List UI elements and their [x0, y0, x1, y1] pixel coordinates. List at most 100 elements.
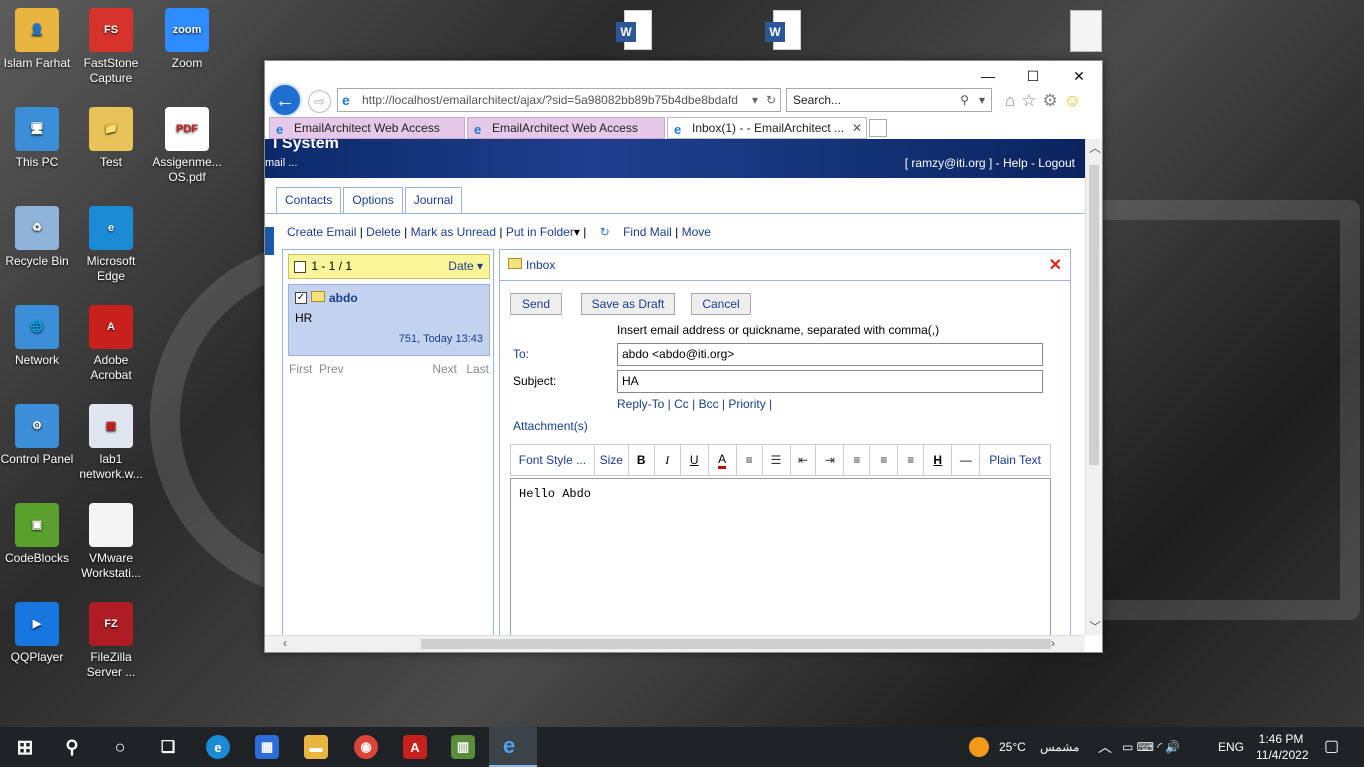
word-document-icon[interactable]: W — [765, 10, 801, 54]
text-color-icon[interactable]: A — [709, 445, 737, 475]
align-left-icon[interactable]: ≡ — [844, 445, 871, 475]
message-body-editor[interactable]: Hello Abdo — [510, 478, 1051, 635]
message-checkbox[interactable]: ✓ — [295, 292, 307, 304]
tab-journal[interactable]: Journal — [404, 187, 463, 213]
file-explorer-icon[interactable]: ▬ — [304, 735, 328, 759]
pager-prev[interactable]: Prev — [319, 362, 344, 376]
scroll-right-icon[interactable]: › — [1051, 636, 1055, 650]
task-view-icon[interactable]: ❑ — [156, 735, 180, 759]
align-right-icon[interactable]: ≡ — [898, 445, 925, 475]
desktop-icon[interactable]: PDF Assigenme... OS.pdf — [150, 107, 224, 185]
mark-unread-link[interactable]: Mark as Unread — [411, 225, 496, 239]
outdent-icon[interactable]: ⇤ — [791, 445, 817, 475]
favorites-icon[interactable]: ☆ — [1021, 91, 1042, 110]
chevron-down-icon[interactable]: ▾ — [979, 89, 985, 111]
refresh-icon[interactable]: ↻ — [600, 225, 610, 239]
desktop-icon[interactable]: A Adobe Acrobat — [74, 305, 148, 383]
desktop-icon[interactable]: ▦ lab1 network.w... — [74, 404, 148, 482]
desktop-icon[interactable]: VMware Workstati... — [74, 503, 148, 581]
font-size-button[interactable]: Size — [595, 445, 629, 475]
desktop-icon[interactable]: FS FastStone Capture — [74, 8, 148, 86]
sort-date-button[interactable]: Date ▾ — [448, 255, 483, 278]
desktop-icon[interactable]: ♻ Recycle Bin — [0, 206, 74, 269]
desktop-icon[interactable]: ▣ CodeBlocks — [0, 503, 74, 566]
clock[interactable]: 1:46 PM 11/4/2022 — [1256, 731, 1309, 763]
desktop-icon[interactable]: ⚙ Control Panel — [0, 404, 74, 467]
desktop-icon[interactable]: ▶ QQPlayer — [0, 602, 74, 665]
weather-label[interactable]: مشمس — [1040, 727, 1079, 767]
home-icon[interactable]: ⌂ — [1005, 91, 1021, 110]
back-button[interactable]: ← — [268, 83, 302, 117]
tab-inbox[interactable]: e Inbox(1) - - EmailArchitect ... ✕ — [667, 117, 867, 139]
chevron-down-icon[interactable]: ▾ — [574, 225, 580, 239]
app-icon[interactable]: ▥ — [451, 735, 475, 759]
language-indicator[interactable]: ENG — [1218, 727, 1244, 767]
new-tab-button[interactable] — [869, 119, 887, 137]
horizontal-scrollbar[interactable]: ‹ › — [265, 635, 1085, 652]
windows-start-icon[interactable]: ⊞ — [13, 735, 37, 759]
word-document-icon[interactable]: W — [616, 10, 652, 54]
ordered-list-icon[interactable]: ≡ — [737, 445, 763, 475]
tab-contacts[interactable]: Contacts — [276, 187, 342, 213]
align-center-icon[interactable]: ≡ — [870, 445, 899, 475]
list-item[interactable]: ✓ abdo HR 751, Today 13:43 — [288, 284, 490, 356]
refresh-icon[interactable]: ↻ — [766, 89, 776, 111]
scroll-thumb-horizontal[interactable] — [421, 639, 1051, 649]
search-icon[interactable]: ⚲ — [60, 735, 84, 759]
tab-emailarchitect-2[interactable]: e EmailArchitect Web Access — [467, 117, 665, 139]
subject-field[interactable]: HA — [617, 370, 1043, 393]
close-tab-icon[interactable]: ✕ — [852, 118, 862, 138]
underline-icon[interactable]: U — [681, 445, 709, 475]
find-mail-link[interactable]: Find Mail — [623, 225, 672, 239]
plain-text-button[interactable]: Plain Text — [980, 445, 1050, 475]
acrobat-icon[interactable]: A — [403, 735, 427, 759]
to-field[interactable]: abdo <abdo@iti.org> — [617, 343, 1043, 366]
send-button[interactable]: Send — [510, 293, 562, 315]
scroll-thumb[interactable] — [1089, 165, 1099, 465]
dropdown-icon[interactable]: ▾ — [752, 89, 758, 111]
indent-icon[interactable]: ⇥ — [816, 445, 845, 475]
desktop-icon[interactable]: 📁 Test — [74, 107, 148, 170]
search-input[interactable]: Search... ⚲ ▾ — [786, 88, 992, 112]
horizontal-rule-icon[interactable]: — — [952, 445, 981, 475]
move-link[interactable]: Move — [682, 225, 711, 239]
weather-temp[interactable]: 25°C — [999, 727, 1026, 767]
edge-icon[interactable]: e — [206, 735, 230, 759]
desktop-icon[interactable]: 👤 Islam Farhat — [0, 8, 74, 71]
create-email-link[interactable]: Create Email — [287, 225, 356, 239]
store-icon[interactable]: ▦ — [255, 735, 279, 759]
bold-icon[interactable]: B — [629, 445, 655, 475]
select-all-checkbox[interactable] — [294, 260, 306, 273]
smiley-icon[interactable]: ☺ — [1064, 91, 1087, 110]
attachments-link[interactable]: Attachment(s) — [513, 419, 588, 433]
scroll-left-icon[interactable]: ‹ — [283, 636, 287, 650]
pager-last[interactable]: Last — [466, 362, 489, 376]
unordered-list-icon[interactable]: ☰ — [763, 445, 791, 475]
scroll-down-icon[interactable]: ﹀ — [1089, 618, 1101, 635]
scroll-up-icon[interactable]: ︿ — [1089, 139, 1101, 156]
weather-sun-icon[interactable] — [969, 737, 989, 757]
user-bar[interactable]: [ ramzy@iti.org ] - Help - Logout — [905, 156, 1075, 170]
gear-icon[interactable]: ⚙ — [1043, 91, 1064, 110]
put-in-folder-link[interactable]: Put in Folder — [506, 225, 574, 239]
tray-icons[interactable]: ▭ ⌨ ◜ 🔊 — [1122, 727, 1180, 767]
search-icon[interactable]: ⚲ — [960, 89, 969, 111]
vertical-scrollbar[interactable]: ︿ ﹀ — [1085, 139, 1102, 635]
forward-button[interactable]: ⇨ — [308, 90, 331, 113]
desktop-icon[interactable]: 🖥 This PC — [0, 107, 74, 170]
extra-recipient-links[interactable]: Reply-To | Cc | Bcc | Priority | — [617, 397, 772, 411]
pager-next[interactable]: Next — [432, 362, 457, 376]
cancel-button[interactable]: Cancel — [691, 293, 751, 315]
pager-first[interactable]: First — [289, 362, 312, 376]
save-draft-button[interactable]: Save as Draft — [581, 293, 675, 315]
cortana-icon[interactable]: ○ — [108, 735, 132, 759]
italic-icon[interactable]: I — [655, 445, 681, 475]
desktop-icon[interactable]: FZ FileZilla Server ... — [74, 602, 148, 680]
address-bar[interactable]: e http://localhost/emailarchitect/ajax/?… — [337, 88, 781, 112]
desktop-icon[interactable]: e Microsoft Edge — [74, 206, 148, 284]
font-style-button[interactable]: Font Style ... — [511, 445, 595, 475]
tab-emailarchitect-1[interactable]: e EmailArchitect Web Access — [269, 117, 465, 139]
text-document-icon[interactable] — [1068, 10, 1104, 54]
close-icon[interactable]: ✕ — [1049, 255, 1062, 275]
notification-icon[interactable]: ▢ — [1324, 727, 1339, 767]
